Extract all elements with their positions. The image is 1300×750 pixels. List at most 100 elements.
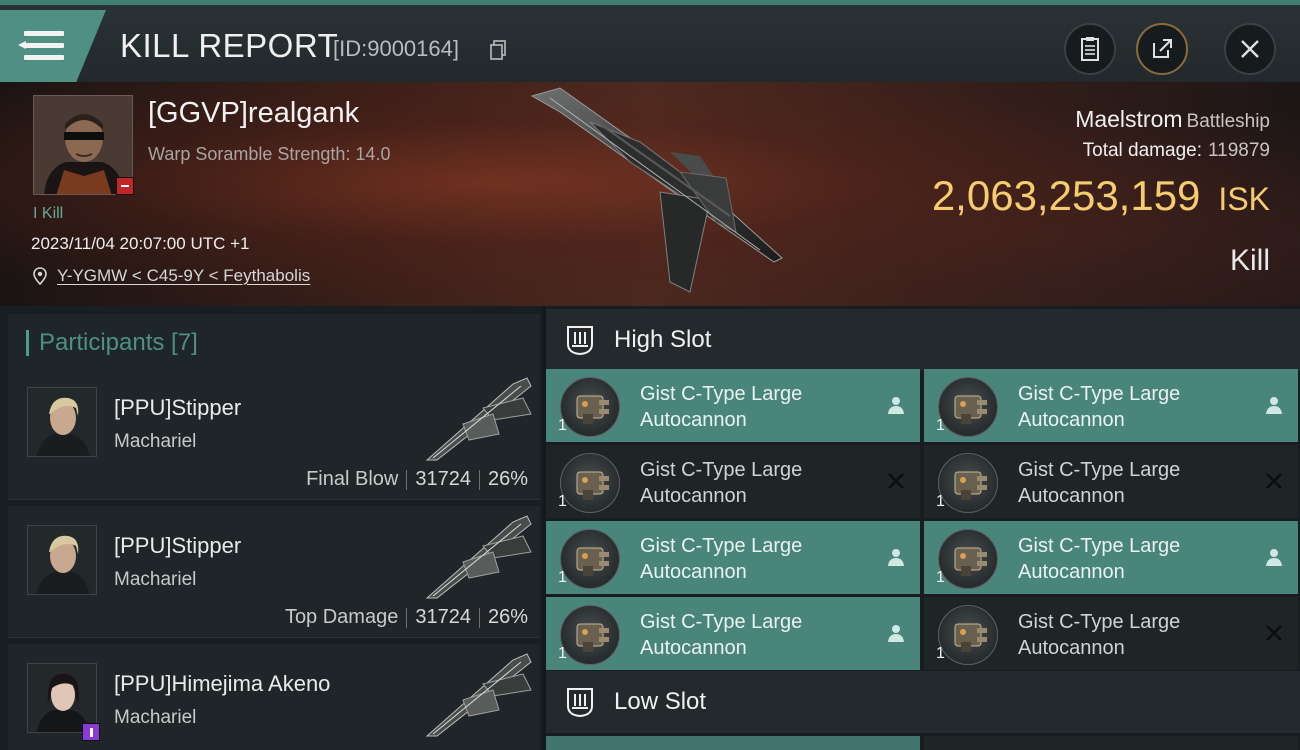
high-slot-header: High Slot <box>546 309 1300 371</box>
ship-icon <box>425 653 532 737</box>
participant-ship: Machariel <box>114 431 197 452</box>
close-icon <box>1241 40 1259 58</box>
module-quantity: 1 <box>936 569 945 586</box>
avatar[interactable] <box>27 387 97 457</box>
module-name-line: Gist C-Type Large <box>1018 611 1181 633</box>
low-slot-module-partial[interactable] <box>924 736 1298 750</box>
module-quantity: 1 <box>936 417 945 434</box>
module-name-line: Autocannon <box>1018 561 1125 583</box>
location-link[interactable]: Y-YGMW < C45-9Y < Feythabolis <box>57 266 310 286</box>
person-icon <box>1266 397 1282 414</box>
module-name-line: Gist C-Type Large <box>1018 535 1181 557</box>
kill-count: I Kill <box>33 205 64 222</box>
menu-button[interactable] <box>0 10 106 82</box>
module-slot[interactable]: 1 Gist C-Type Large Autocannon <box>546 597 920 670</box>
divider <box>478 607 480 628</box>
participant-name[interactable]: [PPU]Stipper <box>114 395 241 421</box>
victim-name[interactable]: [GGVP]realgank <box>148 97 359 130</box>
participant-row[interactable]: [PPU]Himejima Akeno Machariel <box>8 644 540 750</box>
module-name-line: Gist C-Type Large <box>640 535 803 557</box>
module-name-line: Gist C-Type Large <box>1018 383 1181 405</box>
autocannon-icon <box>938 605 998 665</box>
participant-damage: 31724 <box>415 606 471 628</box>
info-badge <box>82 723 100 741</box>
person-icon <box>888 397 904 414</box>
ship-icon <box>425 377 532 461</box>
autocannon-icon <box>938 453 998 513</box>
participant-name[interactable]: [PPU]Stipper <box>114 533 241 559</box>
ship-icon <box>425 515 532 599</box>
module-name-line: Autocannon <box>640 409 747 431</box>
slot-icon <box>567 688 593 718</box>
kill-location[interactable]: Y-YGMW < C45-9Y < Feythabolis <box>33 266 310 286</box>
participant-stats: Top Damage 31724 26% <box>285 606 528 629</box>
module-name: Gist C-Type Large Autocannon <box>1018 457 1248 509</box>
kill-banner: [GGVP]realgank Warp Soramble Strength: 1… <box>0 82 1300 306</box>
total-damage-label: Total damage: <box>1082 140 1202 161</box>
participants-header: Participants [7] <box>8 314 540 372</box>
report-id: [ID:9000164] <box>333 36 459 61</box>
module-name-line: Autocannon <box>1018 409 1125 431</box>
divider <box>478 469 480 490</box>
module-slot[interactable]: 1 Gist C-Type Large Autocannon <box>924 445 1298 518</box>
modules-panel: High Slot 1 Gist C-Type Large Autocannon 1 G… <box>546 306 1300 750</box>
total-damage-value: 119879 <box>1208 140 1270 161</box>
victim-ship: Maelstrom Battleship <box>1075 106 1270 133</box>
participant-stats: Final Blow 31724 26% <box>306 468 528 491</box>
module-slot[interactable]: 1 Gist C-Type Large Autocannon <box>546 369 920 442</box>
module-slot[interactable]: 1 Gist C-Type Large Autocannon <box>546 445 920 518</box>
module-quantity: 1 <box>936 645 945 662</box>
divider <box>406 469 408 490</box>
x-icon <box>1266 473 1282 489</box>
slot-icon <box>567 326 593 356</box>
participant-percent: 26% <box>487 468 528 490</box>
clipboard-button[interactable] <box>1064 23 1116 75</box>
module-quantity: 1 <box>558 417 567 434</box>
module-slot[interactable]: 1 Gist C-Type Large Autocannon <box>546 521 920 594</box>
module-name-line: Autocannon <box>640 561 747 583</box>
share-icon <box>1153 39 1172 58</box>
module-name: Gist C-Type Large Autocannon <box>1018 381 1248 433</box>
module-name: Gist C-Type Large Autocannon <box>640 609 870 661</box>
ship-class: Battleship <box>1186 111 1270 132</box>
autocannon-icon <box>560 529 620 589</box>
warp-scramble-strength: Warp Soramble Strength: 14.0 <box>148 144 391 164</box>
accent-bar <box>26 330 29 356</box>
module-quantity: 1 <box>558 645 567 662</box>
participant-percent: 26% <box>487 606 528 628</box>
clipboard-icon <box>1081 37 1099 61</box>
module-slot[interactable]: 1 Gist C-Type Large Autocannon <box>924 597 1298 670</box>
module-name-line: Gist C-Type Large <box>640 611 803 633</box>
avatar[interactable] <box>27 525 97 595</box>
isk-value: 2,063,253,159 ISK <box>932 172 1270 220</box>
low-slot-header: Low Slot <box>546 671 1300 733</box>
participant-ship: Machariel <box>114 707 197 728</box>
x-icon <box>888 473 904 489</box>
participant-row[interactable]: [PPU]Stipper Machariel Top Damage 31724 … <box>8 506 540 638</box>
ship-image <box>530 87 783 293</box>
module-name: Gist C-Type Large Autocannon <box>640 533 870 585</box>
module-name-line: Gist C-Type Large <box>1018 459 1181 481</box>
person-icon <box>888 625 904 642</box>
participant-row[interactable]: [PPU]Stipper Machariel Final Blow 31724 … <box>8 368 540 500</box>
autocannon-icon <box>560 453 620 513</box>
module-slot[interactable]: 1 Gist C-Type Large Autocannon <box>924 369 1298 442</box>
participant-damage: 31724 <box>415 468 471 490</box>
total-damage: Total damage: 119879 <box>1083 140 1270 162</box>
divider <box>406 607 408 628</box>
x-icon <box>1266 625 1282 641</box>
share-button[interactable] <box>1136 23 1188 75</box>
module-name-line: Gist C-Type Large <box>640 459 803 481</box>
hamburger-menu-icon <box>18 31 64 61</box>
copy-icon[interactable] <box>490 40 506 60</box>
isk-amount: 2,063,253,159 <box>931 172 1201 219</box>
page-title: KILL REPORT <box>120 27 339 64</box>
module-name-line: Autocannon <box>1018 637 1125 659</box>
close-button[interactable] <box>1224 23 1276 75</box>
module-name-line: Autocannon <box>640 637 747 659</box>
module-slot[interactable]: 1 Gist C-Type Large Autocannon <box>924 521 1298 594</box>
location-pin-icon <box>33 267 47 285</box>
low-slot-module-partial[interactable] <box>546 736 920 750</box>
participant-name[interactable]: [PPU]Himejima Akeno <box>114 671 330 697</box>
window-header: KILL REPORT [ID:9000164] <box>0 0 1300 82</box>
